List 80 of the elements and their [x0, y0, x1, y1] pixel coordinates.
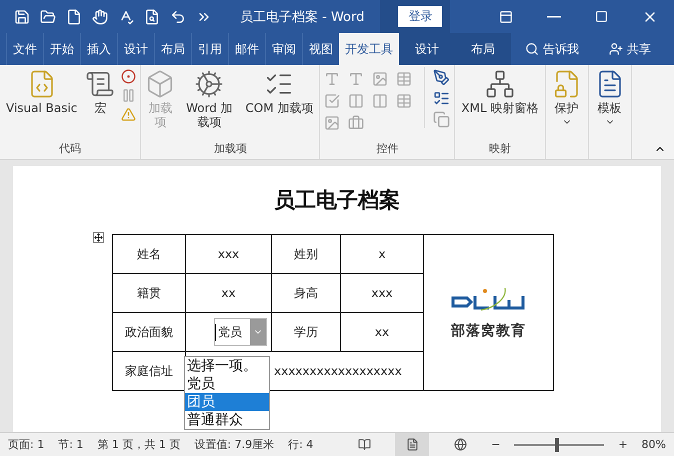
- globe-icon: [454, 438, 467, 451]
- status-text: 页面: 1: [8, 437, 44, 452]
- table-cell: xx: [186, 274, 272, 312]
- ribbon-button[interactable]: XML 映射窗格: [459, 67, 540, 118]
- maximize-button[interactable]: [595, 8, 608, 24]
- tree-pane-icon: [484, 69, 515, 99]
- undo-icon: [170, 8, 186, 24]
- sign-in-button[interactable]: 登录: [398, 6, 442, 27]
- properties-button[interactable]: [433, 90, 450, 107]
- logo-text: 部落窝教育: [451, 322, 526, 340]
- zoom-thumb[interactable]: [554, 438, 559, 452]
- table-cell: 学历: [272, 312, 340, 352]
- ribbon-button[interactable]: Word 加载项: [179, 67, 240, 132]
- print-preview-icon: [144, 8, 160, 24]
- table-cell: 籍贯: [112, 274, 186, 312]
- table-cell: 身高: [272, 274, 340, 312]
- search-icon: [525, 42, 539, 56]
- table-cell: x: [340, 234, 424, 274]
- table-cell: xxx: [186, 234, 272, 274]
- window-title: 员工电子档案 - Word: [240, 8, 364, 26]
- ribbon-tab[interactable]: 设计: [399, 33, 455, 65]
- undo-button[interactable]: [170, 8, 186, 24]
- pause-icon: [121, 88, 136, 103]
- document-heading: 员工电子档案: [274, 187, 400, 214]
- group-label: 映射: [488, 141, 512, 157]
- ribbon-button[interactable]: 宏: [83, 67, 118, 118]
- zoom-out-button[interactable]: −: [491, 438, 500, 451]
- table-cell: 政治面貌: [112, 312, 186, 352]
- ribbon-display-button[interactable]: [499, 8, 513, 24]
- ruler-pen-icon: [433, 69, 450, 86]
- book-icon: [358, 438, 371, 451]
- ribbon-button[interactable]: 保护: [550, 67, 584, 130]
- save-button[interactable]: [14, 8, 30, 24]
- touch-icon: [92, 8, 108, 24]
- ribbon-display-icon: [499, 10, 513, 24]
- plain-text-icon: [348, 71, 364, 87]
- zoom-in-button[interactable]: +: [618, 438, 628, 451]
- new-document-button[interactable]: [66, 8, 82, 24]
- status-text: 第 1 页，共 1 页: [97, 437, 180, 452]
- tell-me-search[interactable]: 告诉我: [525, 33, 579, 65]
- minimize-icon: [547, 16, 561, 18]
- group-icon: [433, 111, 450, 128]
- checkbox-button[interactable]: [324, 93, 342, 109]
- record-macro-button[interactable]: [121, 69, 136, 84]
- properties-icon: [433, 90, 450, 107]
- visual-basic-button[interactable]: Visual Basic: [4, 67, 80, 118]
- save-icon: [14, 8, 30, 24]
- macro-icon: [85, 69, 116, 99]
- record-icon: [121, 69, 136, 84]
- user-plus-icon: [609, 42, 623, 56]
- group-label: 代码: [58, 141, 82, 157]
- folder-button[interactable]: [40, 8, 56, 24]
- status-text: 行: 4: [288, 437, 314, 452]
- maximize-icon: [595, 10, 608, 23]
- table-cell: 姓别: [272, 234, 340, 274]
- ribbon-tab[interactable]: 开发工具: [339, 33, 399, 65]
- dropdown-option[interactable]: 团员: [185, 393, 269, 411]
- status-text: 节: 1: [58, 437, 84, 452]
- ribbon-button[interactable]: 模板: [592, 67, 626, 130]
- zoom-level: 80%: [642, 438, 666, 451]
- print-layout-button[interactable]: [395, 433, 430, 456]
- table-cell: 姓名: [112, 234, 186, 274]
- text-control-icon: [324, 71, 340, 87]
- new-document-icon: [66, 8, 82, 24]
- ribbon-button[interactable]: COM 加载项: [243, 67, 316, 118]
- status-text: 设置值: 7.9厘米: [194, 437, 274, 452]
- checkbox-icon: [324, 93, 340, 109]
- table-move-handle-icon[interactable]: [93, 232, 104, 243]
- folder-icon: [40, 8, 56, 24]
- warning-icon: [121, 107, 136, 122]
- share-button[interactable]: 共享: [609, 33, 651, 65]
- group-label: 控件: [375, 141, 400, 157]
- touch-button[interactable]: [92, 8, 108, 24]
- design-mode-button[interactable]: [433, 69, 450, 86]
- picture-control-icon: [372, 71, 388, 87]
- group-label: 加载项: [212, 141, 248, 157]
- table-cell: 家庭信址: [112, 352, 186, 390]
- page-icon: [406, 438, 419, 451]
- ribbon-tab[interactable]: 布局: [455, 33, 511, 65]
- print-preview-button[interactable]: [144, 8, 160, 24]
